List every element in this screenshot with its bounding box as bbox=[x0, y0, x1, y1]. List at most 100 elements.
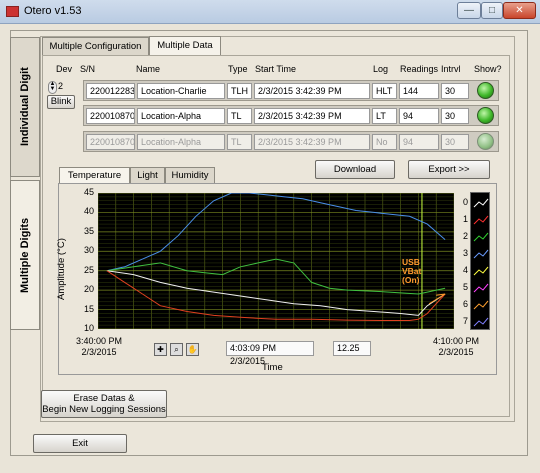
usb-annotation: USB VBat (On) bbox=[402, 258, 421, 285]
x-end-time: 4:10:00 PM bbox=[432, 336, 480, 346]
app-icon bbox=[6, 6, 19, 17]
device-readings: 94 bbox=[399, 108, 439, 124]
y-tick-label: 30 bbox=[83, 245, 94, 256]
zoom-tool-icon[interactable]: ⌕ bbox=[170, 343, 183, 356]
device-readings: 144 bbox=[399, 83, 439, 99]
device-row: 220010870 Location-Alpha TL 2/3/2015 3:4… bbox=[83, 105, 499, 126]
col-name: Name bbox=[136, 64, 161, 74]
dev-value[interactable]: 2 bbox=[58, 81, 78, 94]
legend-label: 3 bbox=[462, 248, 468, 258]
device-start-time: 2/3/2015 3:42:39 PM bbox=[254, 134, 370, 150]
legend-swatch bbox=[473, 283, 489, 293]
legend-label: 2 bbox=[462, 231, 468, 241]
device-intrvl: 30 bbox=[441, 83, 469, 99]
title-bar: Otero v1.53 — □ ✕ bbox=[0, 0, 540, 24]
y-tick-label: 35 bbox=[83, 225, 94, 236]
plot-legend[interactable] bbox=[470, 192, 490, 330]
tab-multiple-digits-label: Multiple Digits bbox=[19, 217, 31, 293]
export-button[interactable]: Export >> bbox=[408, 160, 490, 179]
device-row: 220012283 Location-Charlie TLH 2/3/2015 … bbox=[83, 80, 499, 101]
x-end-date: 2/3/2015 bbox=[438, 347, 474, 357]
y-axis-label: Amplitude (°C) bbox=[56, 238, 67, 300]
legend-label: 5 bbox=[462, 282, 468, 292]
tab-multiple-data-label: Multiple Data bbox=[157, 40, 213, 51]
annotation-line: (On) bbox=[402, 275, 420, 285]
window-title: Otero v1.53 bbox=[24, 5, 82, 17]
show-led[interactable] bbox=[477, 133, 494, 150]
erase-button[interactable]: Erase Datas & Begin New Logging Sessions bbox=[41, 390, 167, 418]
x-start-time: 3:40:00 PM bbox=[75, 336, 123, 346]
show-led[interactable] bbox=[477, 107, 494, 124]
legend-label: 1 bbox=[462, 214, 468, 224]
device-start-time: 2/3/2015 3:42:39 PM bbox=[254, 83, 370, 99]
legend-label: 6 bbox=[462, 299, 468, 309]
cursor-value-readout: 12.25 bbox=[333, 341, 371, 356]
device-name[interactable]: Location-Alpha bbox=[137, 134, 225, 150]
col-sn: S/N bbox=[80, 64, 96, 74]
temperature-plot[interactable] bbox=[98, 193, 454, 329]
y-tick-label: 10 bbox=[83, 323, 94, 333]
device-name[interactable]: Location-Charlie bbox=[137, 83, 225, 99]
x-axis-label: Time bbox=[262, 362, 283, 373]
tab-multiple-configuration-label: Multiple Configuration bbox=[49, 41, 142, 52]
device-log: No bbox=[372, 134, 397, 150]
tab-humidity[interactable]: Humidity bbox=[165, 167, 215, 184]
legend-swatch bbox=[473, 215, 489, 225]
col-readings: Readings bbox=[400, 64, 439, 74]
tab-multiple-configuration[interactable]: Multiple Configuration bbox=[42, 37, 149, 56]
x-end-label: 4:10:00 PM 2/3/2015 bbox=[426, 336, 486, 358]
legend-swatch bbox=[473, 249, 489, 259]
device-type: TL bbox=[227, 108, 252, 124]
device-name[interactable]: Location-Alpha bbox=[137, 108, 225, 124]
device-readings: 94 bbox=[399, 134, 439, 150]
close-icon[interactable]: ✕ bbox=[503, 2, 536, 19]
col-show: Show? bbox=[474, 64, 502, 74]
device-sn[interactable]: 220010870 bbox=[86, 108, 135, 124]
device-intrvl: 30 bbox=[441, 134, 469, 150]
col-log: Log bbox=[373, 64, 389, 74]
device-sn[interactable]: 220010870 bbox=[86, 134, 135, 150]
x-start-label: 3:40:00 PM 2/3/2015 bbox=[72, 336, 126, 358]
device-log: LT bbox=[372, 108, 397, 124]
tab-individual-digit[interactable]: Individual Digit bbox=[10, 37, 40, 177]
download-button[interactable]: Download bbox=[315, 160, 395, 179]
device-type: TLH bbox=[227, 83, 252, 99]
blink-button[interactable]: Blink bbox=[47, 95, 75, 109]
legend-swatch bbox=[473, 317, 489, 327]
legend-label: 0 bbox=[462, 197, 468, 207]
legend-swatch bbox=[473, 300, 489, 310]
erase-label-line: Erase Datas & bbox=[73, 393, 135, 404]
y-tick-label: 20 bbox=[83, 284, 94, 295]
col-intrvl: Intrvl bbox=[441, 64, 461, 74]
cursor-time-readout: 4:03:09 PM 2/3/2015 bbox=[226, 341, 314, 366]
pan-tool-icon[interactable]: ✋ bbox=[186, 343, 199, 356]
legend-swatch bbox=[473, 198, 489, 208]
dev-spinner[interactable]: ▲ ▼ bbox=[48, 81, 57, 94]
maximize-icon[interactable]: □ bbox=[481, 2, 503, 19]
legend-label: 4 bbox=[462, 265, 468, 275]
device-log: HLT bbox=[372, 83, 397, 99]
x-start-date: 2/3/2015 bbox=[81, 347, 117, 357]
col-dev: Dev bbox=[56, 64, 73, 74]
y-tick-label: 45 bbox=[83, 187, 94, 197]
device-row: 220010870 Location-Alpha TL 2/3/2015 3:4… bbox=[83, 131, 499, 152]
col-type: Type bbox=[228, 64, 248, 74]
device-sn[interactable]: 220012283 bbox=[86, 83, 135, 99]
legend-label: 7 bbox=[462, 316, 468, 326]
y-tick-label: 15 bbox=[83, 303, 94, 314]
show-led[interactable] bbox=[477, 82, 494, 99]
y-tick-label: 25 bbox=[83, 264, 94, 275]
erase-label-line: Begin New Logging Sessions bbox=[42, 404, 166, 415]
device-intrvl: 30 bbox=[441, 108, 469, 124]
legend-swatch bbox=[473, 232, 489, 242]
tab-multiple-digits[interactable]: Multiple Digits bbox=[10, 180, 40, 330]
device-type: TL bbox=[227, 134, 252, 150]
device-start-time: 2/3/2015 3:42:39 PM bbox=[254, 108, 370, 124]
legend-swatch bbox=[473, 266, 489, 276]
exit-button[interactable]: Exit bbox=[33, 434, 127, 453]
tab-multiple-data[interactable]: Multiple Data bbox=[149, 36, 221, 56]
cursor-tool-icon[interactable]: ✚ bbox=[154, 343, 167, 356]
minimize-icon[interactable]: — bbox=[457, 2, 481, 19]
tab-individual-digit-label: Individual Digit bbox=[19, 67, 31, 147]
tab-light[interactable]: Light bbox=[130, 167, 165, 184]
